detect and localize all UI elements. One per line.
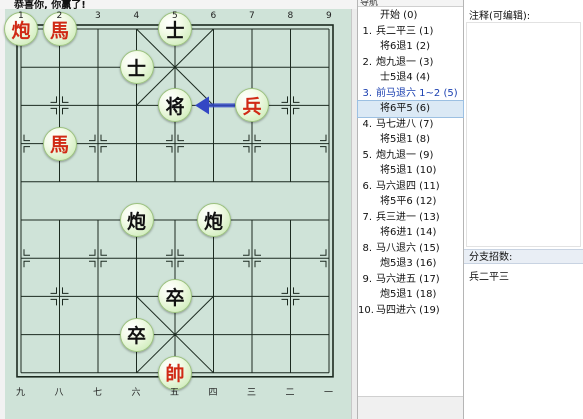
- move-row[interactable]: 6. 马六退四 (11): [358, 179, 463, 195]
- board-area: 恭喜你, 你赢了! 炮馬士士将兵馬炮炮卒卒帥 123456789九八七六五四三二…: [0, 0, 358, 419]
- file-label-top: 7: [249, 11, 255, 21]
- move-text: 将5退1 (10): [380, 165, 437, 176]
- branch-box: [464, 265, 583, 419]
- file-label-top: 3: [95, 11, 101, 21]
- navigation-pane: 导航 开始 (0) 1. 兵二平三 (1) 将6退1 (2) 2. 炮九退一 (3) 士5退…: [357, 0, 464, 419]
- navigation-header: 导航: [358, 0, 463, 7]
- move-row[interactable]: 4. 马七进八 (7): [358, 117, 463, 133]
- piece-black[interactable]: 炮: [196, 203, 231, 237]
- move-number: 3.: [362, 87, 372, 99]
- move-row[interactable]: 10. 马四进六 (19): [358, 303, 463, 319]
- file-label-bottom: 五: [170, 387, 180, 398]
- move-text: 将5平6 (12): [380, 196, 437, 207]
- move-text: 前马退六 1~2 (5): [376, 87, 458, 99]
- move-row[interactable]: 8. 马八退六 (15): [358, 241, 463, 257]
- move-row[interactable]: 1. 兵二平三 (1): [358, 24, 463, 40]
- piece-red[interactable]: 馬: [42, 126, 77, 161]
- move-row[interactable]: 炮5退1 (18): [358, 287, 463, 303]
- comment-textarea[interactable]: [467, 23, 580, 246]
- branch-item[interactable]: 兵二平三: [469, 268, 509, 283]
- move-number: 1.: [362, 25, 372, 37]
- move-text: 士5退4 (4): [380, 72, 431, 83]
- piece-black[interactable]: 士: [119, 50, 154, 85]
- move-text: 马六进五 (17): [376, 273, 440, 285]
- navigation-title: 导航: [360, 0, 379, 7]
- move-row[interactable]: 将5平6 (12): [358, 194, 463, 210]
- move-text: 开始 (0): [380, 10, 418, 21]
- file-label-bottom: 九: [16, 387, 26, 398]
- move-row[interactable]: 将6退1 (2): [358, 39, 463, 55]
- move-text: 兵二平三 (1): [376, 25, 434, 37]
- move-row[interactable]: 将6进1 (14): [358, 225, 463, 241]
- move-number: 5.: [362, 149, 372, 161]
- file-label-bottom: 三: [247, 387, 257, 398]
- move-text: 将5退1 (8): [380, 134, 431, 145]
- move-number: 2.: [362, 56, 372, 68]
- move-list: 开始 (0) 1. 兵二平三 (1) 将6退1 (2) 2. 炮九退一 (3) 士5退4 (…: [357, 8, 464, 319]
- move-row[interactable]: 士5退4 (4): [358, 70, 463, 86]
- move-row[interactable]: 将5退1 (10): [358, 163, 463, 179]
- move-row[interactable]: 7. 兵三进一 (13): [358, 210, 463, 226]
- file-label-bottom: 八: [54, 387, 64, 398]
- move-row[interactable]: 炮5退3 (16): [358, 256, 463, 272]
- move-row[interactable]: 2. 炮九退一 (3): [358, 55, 463, 71]
- move-number: 6.: [362, 180, 372, 192]
- move-number: 10.: [358, 304, 374, 316]
- move-row[interactable]: 5. 炮九退一 (9): [358, 148, 463, 164]
- file-label-bottom: 六: [131, 387, 141, 398]
- file-label-top: 4: [133, 11, 140, 21]
- file-label-top: 5: [172, 11, 178, 21]
- file-label-top: 2: [56, 11, 63, 21]
- move-text: 马八退六 (15): [376, 242, 440, 254]
- move-number: 4.: [362, 118, 372, 130]
- move-number: 9.: [362, 273, 372, 285]
- file-label-top: 9: [326, 11, 332, 21]
- move-row[interactable]: 将5退1 (8): [358, 132, 463, 148]
- move-text: 炮九退一 (9): [376, 149, 434, 161]
- file-label-top: 6: [210, 11, 217, 21]
- move-row[interactable]: 3. 前马退六 1~2 (5): [358, 86, 463, 102]
- piece-black[interactable]: 炮: [119, 203, 154, 237]
- navigation-scroll-area[interactable]: [358, 396, 463, 419]
- move-text: 炮九退一 (3): [376, 56, 434, 68]
- move-text: 将6退1 (2): [380, 41, 431, 52]
- move-number: 7.: [362, 211, 372, 223]
- move-text: 将6平5 (6): [380, 103, 431, 114]
- file-label-bottom: 二: [285, 387, 295, 398]
- move-text: 炮5退3 (16): [380, 258, 437, 269]
- file-label-top: 8: [287, 11, 294, 21]
- piece-black[interactable]: 卒: [119, 317, 154, 352]
- move-row[interactable]: 将6平5 (6): [357, 100, 464, 118]
- move-row[interactable]: 9. 马六进五 (17): [358, 272, 463, 288]
- file-label-bottom: 一: [324, 387, 334, 398]
- file-label-bottom: 四: [208, 387, 218, 398]
- move-text: 马四进六 (19): [376, 304, 440, 316]
- move-text: 兵三进一 (13): [376, 211, 440, 223]
- right-pane: 注释(可编辑): 分支招数: 兵二平三: [464, 0, 583, 419]
- move-number: 8.: [362, 242, 372, 254]
- file-label-top: 1: [18, 11, 24, 21]
- move-text: 马七进八 (7): [376, 118, 434, 130]
- move-text: 马六退四 (11): [376, 180, 440, 192]
- branch-label: 分支招数:: [464, 249, 583, 264]
- move-text: 将6进1 (14): [380, 227, 437, 238]
- move-text: 炮5退1 (18): [380, 289, 437, 300]
- file-label-bottom: 七: [93, 387, 103, 398]
- comment-box: [466, 22, 581, 247]
- comment-label: 注释(可编辑):: [469, 11, 531, 22]
- move-row[interactable]: 开始 (0): [358, 8, 463, 24]
